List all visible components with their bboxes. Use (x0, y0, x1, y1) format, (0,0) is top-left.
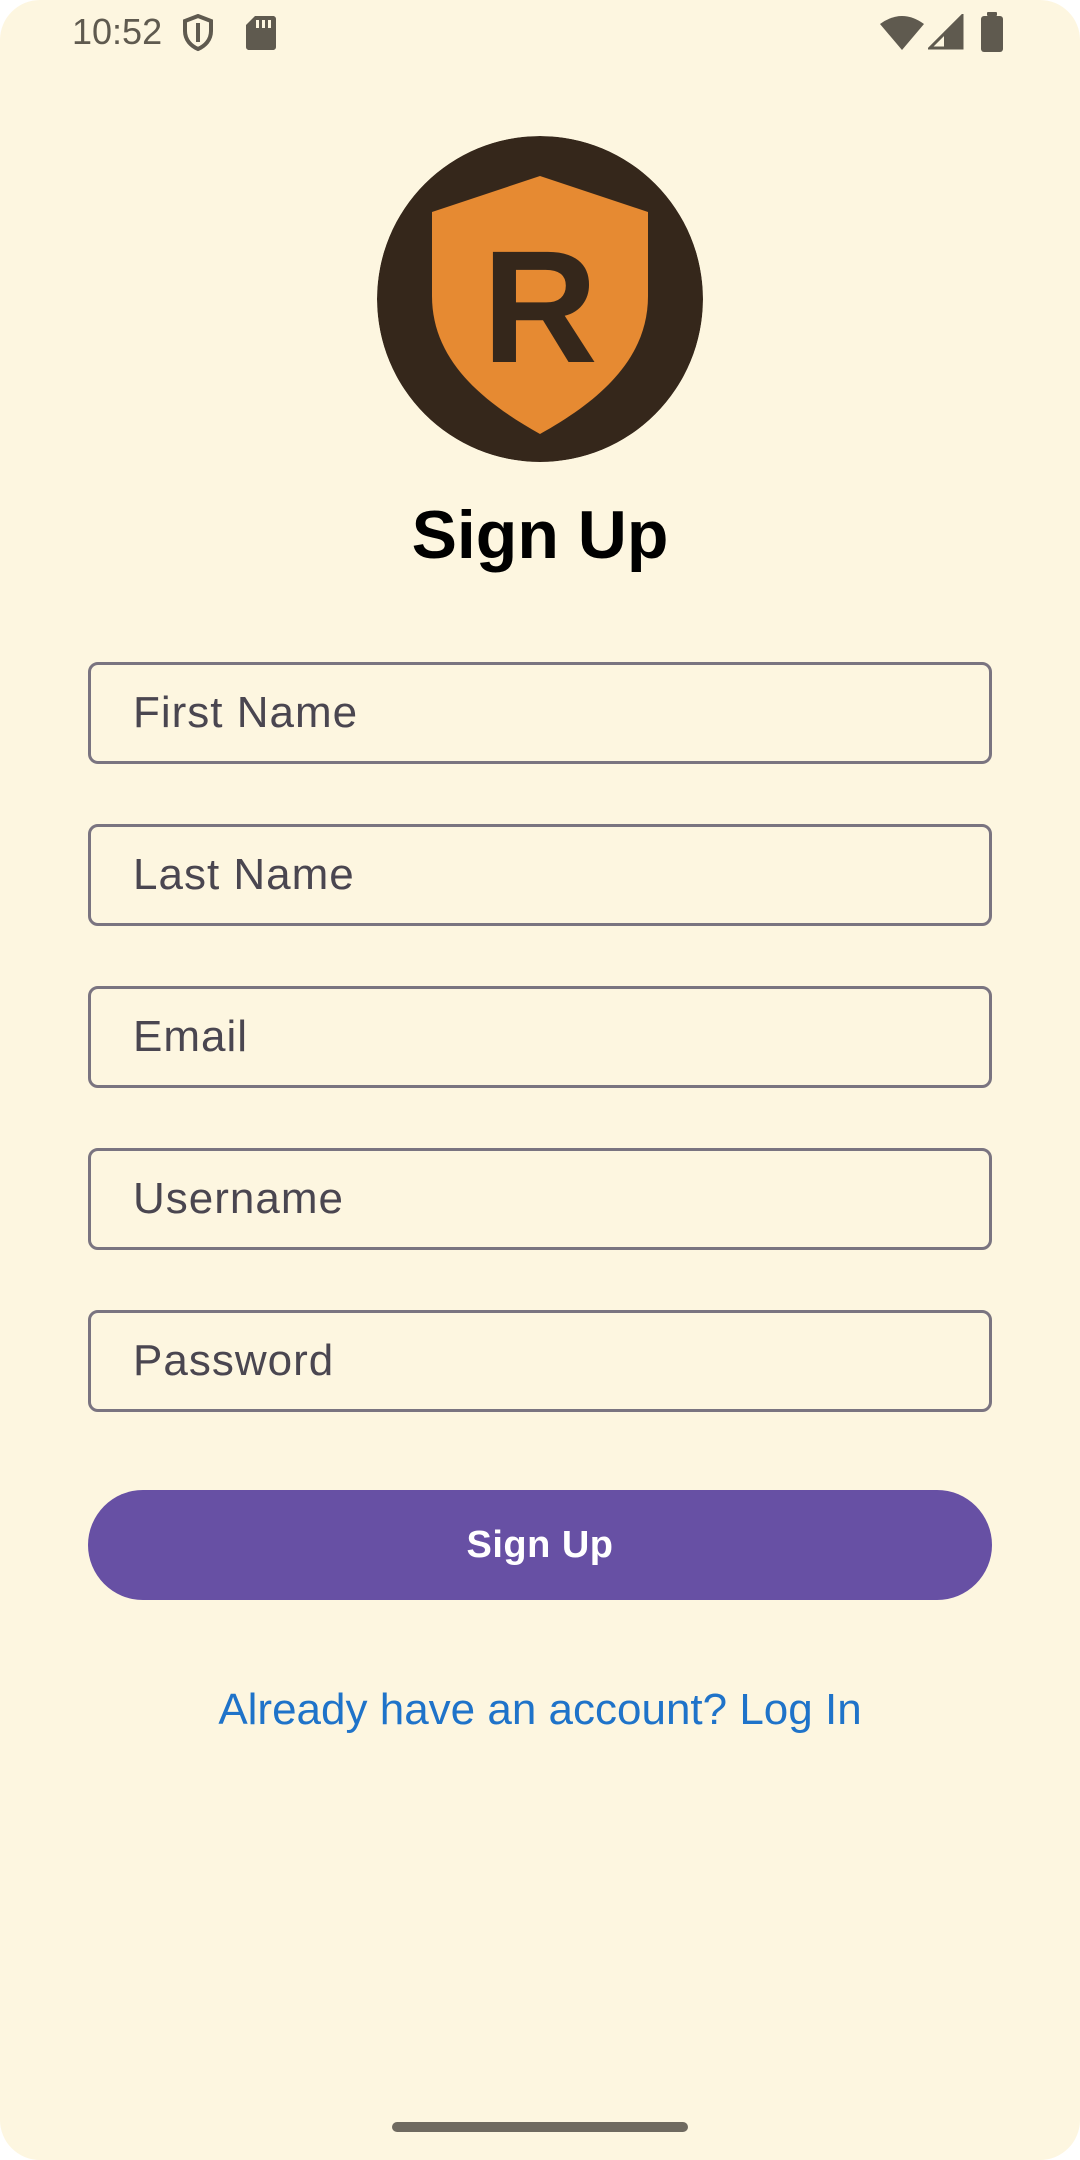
log-in-link[interactable]: Already have an account? Log In (0, 1682, 1080, 1738)
last-name-field[interactable] (88, 824, 992, 926)
battery-icon (981, 12, 1003, 52)
shield-icon (183, 14, 213, 52)
sd-card-icon (246, 16, 276, 50)
status-time: 10:52 (72, 11, 163, 52)
status-bar: 10:52 (0, 0, 1080, 66)
sign-up-screen: 10:52 R Sign Up First Name Last Name Ema… (0, 0, 1080, 2160)
email-field[interactable] (88, 986, 992, 1088)
page-title: Sign Up (411, 497, 669, 573)
sign-up-button[interactable]: Sign Up (88, 1490, 992, 1600)
wifi-icon (880, 16, 924, 50)
logo-letter: R (482, 217, 598, 396)
password-field[interactable] (88, 1310, 992, 1412)
app-logo: R (377, 136, 703, 462)
signal-icon (928, 14, 964, 50)
first-name-field[interactable] (88, 662, 992, 764)
home-indicator[interactable] (392, 2122, 688, 2132)
username-field[interactable] (88, 1148, 992, 1250)
